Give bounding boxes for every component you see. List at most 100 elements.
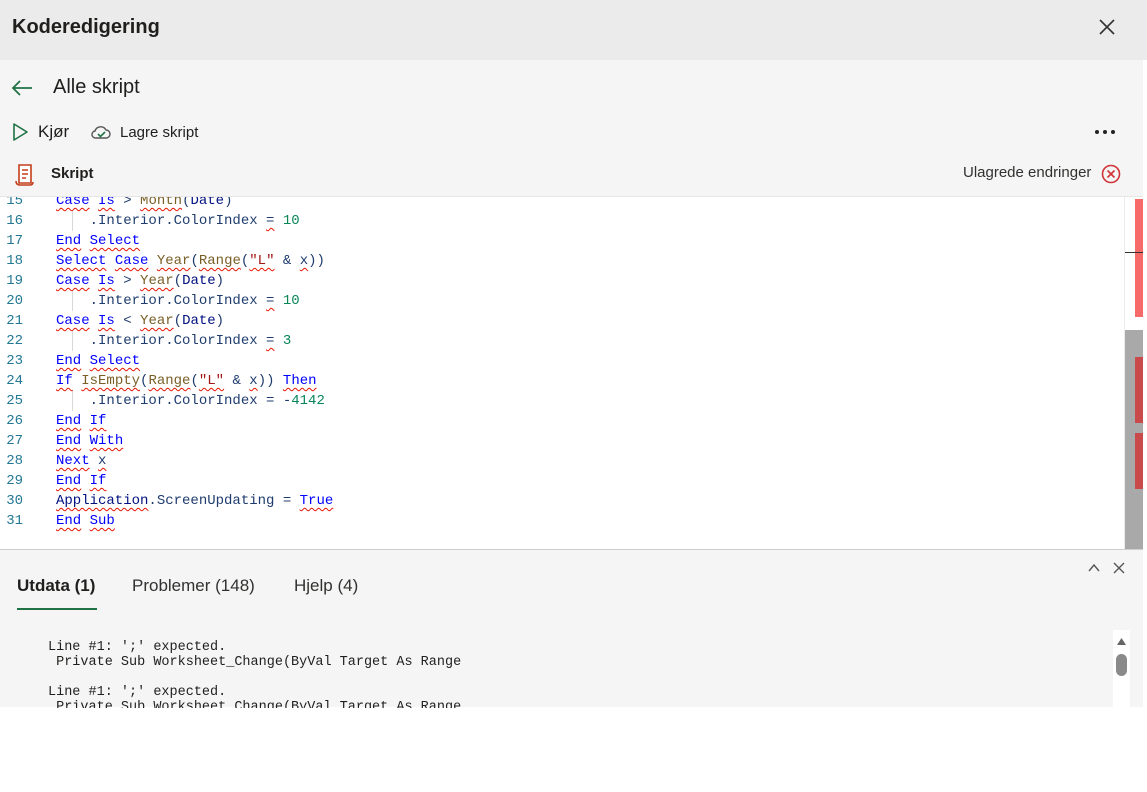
line-number: 17 <box>6 233 23 249</box>
code-text: Select Case Year(Range("L" & x)) <box>56 251 325 271</box>
line-number: 21 <box>6 313 23 329</box>
line-number: 29 <box>6 473 23 489</box>
code-text: End Sub <box>56 511 115 531</box>
code-token: True <box>299 493 334 509</box>
line-number: 26 <box>6 413 23 429</box>
code-token: If <box>89 473 107 489</box>
code-token: Month <box>140 196 183 209</box>
code-line[interactable]: 17 End Select <box>0 231 1120 251</box>
code-line[interactable]: 30 Application.ScreenUpdating = True <box>0 491 1120 511</box>
code-token: Range <box>148 373 191 389</box>
code-token: 10 <box>282 293 300 309</box>
output-line: Private Sub Worksheet_Change(ByVal Targe… <box>48 655 462 670</box>
code-token: Date <box>182 273 216 289</box>
code-line[interactable]: 23 End Select <box>0 351 1120 371</box>
more-horizontal-icon[interactable] <box>1092 122 1118 142</box>
code-token: Select <box>89 233 141 249</box>
output-scrollbar[interactable] <box>1113 630 1130 708</box>
tab-problems[interactable]: Problemer (148) <box>132 576 255 596</box>
code-token: Case <box>56 196 90 209</box>
close-icon[interactable] <box>1111 560 1127 576</box>
code-token: Select <box>89 353 141 369</box>
code-text: Application.ScreenUpdating = True <box>56 491 333 511</box>
code-token: If <box>89 413 107 429</box>
code-text: .Interior.ColorIndex = 10 <box>56 211 300 231</box>
code-line[interactable]: 15 Case Is > Month(Date) <box>0 196 1120 211</box>
code-line[interactable]: 16 .Interior.ColorIndex = 10 <box>0 211 1120 231</box>
chevron-up-icon[interactable] <box>1086 560 1102 576</box>
code-line[interactable]: 22 .Interior.ColorIndex = 3 <box>0 331 1120 351</box>
code-line[interactable]: 18 Select Case Year(Range("L" & x)) <box>0 251 1120 271</box>
line-number: 31 <box>6 513 23 529</box>
code-editor[interactable]: 15 Case Is > Month(Date) 16 .Interior.Colo… <box>0 196 1143 549</box>
code-token: Application <box>56 493 149 509</box>
code-token: x <box>299 253 309 269</box>
code-line[interactable]: 29 End If <box>0 471 1120 491</box>
output-scroll-thumb[interactable] <box>1116 654 1127 676</box>
active-tab-indicator <box>17 608 97 610</box>
code-token: End <box>56 413 82 429</box>
editor-scrollbar[interactable] <box>1124 197 1143 549</box>
code-token: Case <box>56 273 90 289</box>
line-number: 22 <box>6 333 23 349</box>
code-line[interactable]: 25 .Interior.ColorIndex = -4142 <box>0 391 1120 411</box>
code-token: "L" <box>198 373 225 389</box>
line-number: 25 <box>6 393 23 409</box>
code-text: .Interior.ColorIndex = -4142 <box>56 391 325 411</box>
code-text: If IsEmpty(Range("L" & x)) Then <box>56 371 317 391</box>
all-scripts-link[interactable]: Alle skript <box>53 76 140 99</box>
code-line[interactable]: 26 End If <box>0 411 1120 431</box>
code-token: < <box>114 313 141 329</box>
close-icon[interactable] <box>1096 16 1118 38</box>
code-token: ( <box>190 253 199 269</box>
window-title: Koderedigering <box>12 16 160 38</box>
line-number: 18 <box>6 253 23 269</box>
code-token: .Interior.ColorIndex <box>56 213 267 229</box>
code-line[interactable]: 27 End With <box>0 431 1120 451</box>
code-line[interactable]: 24 If IsEmpty(Range("L" & x)) Then <box>0 371 1120 391</box>
code-token: 10 <box>282 213 300 229</box>
scroll-up-icon[interactable] <box>1116 636 1127 646</box>
code-text: Case Is < Year(Date) <box>56 311 224 331</box>
cursor-marker <box>1125 252 1143 253</box>
code-token: Date <box>190 196 225 209</box>
code-token: ( <box>173 273 183 289</box>
arrow-left-icon[interactable] <box>10 78 34 98</box>
line-number: 24 <box>6 373 23 389</box>
code-token: > <box>114 273 141 289</box>
tab-output[interactable]: Utdata (1) <box>17 576 95 596</box>
code-token: )) <box>308 253 325 269</box>
error-circle-icon[interactable] <box>1100 163 1122 185</box>
code-token: Is <box>98 196 115 209</box>
code-text: End If <box>56 471 106 491</box>
code-token: Range <box>198 253 241 269</box>
code-token: Select <box>56 253 107 269</box>
script-document-icon <box>15 164 34 186</box>
code-line[interactable]: 21 Case Is < Year(Date) <box>0 311 1120 331</box>
tab-help[interactable]: Hjelp (4) <box>294 576 358 596</box>
code-token: Then <box>282 373 317 389</box>
code-line[interactable]: 28 Next x <box>0 451 1120 471</box>
code-line[interactable]: 19 Case Is > Year(Date) <box>0 271 1120 291</box>
title-bar: Koderedigering <box>0 0 1147 60</box>
save-script-button[interactable]: Lagre skript <box>90 120 198 144</box>
code-token: .Interior.ColorIndex <box>56 333 267 349</box>
line-number: 23 <box>6 353 23 369</box>
code-token: Next <box>56 453 90 469</box>
code-text: Case Is > Year(Date) <box>56 271 224 291</box>
code-text: End With <box>56 431 123 451</box>
code-line[interactable]: 31 End Sub <box>0 511 1120 531</box>
output-line: Line #1: ';' expected. <box>48 685 227 700</box>
code-token: & <box>224 373 250 389</box>
code-token: > <box>114 196 141 209</box>
line-number: 30 <box>6 493 23 509</box>
code-token: ) <box>215 313 225 329</box>
run-button[interactable]: Kjør <box>10 120 69 144</box>
code-token: End <box>56 513 82 529</box>
code-line[interactable]: 20 .Interior.ColorIndex = 10 <box>0 291 1120 311</box>
code-token: End <box>56 433 82 449</box>
